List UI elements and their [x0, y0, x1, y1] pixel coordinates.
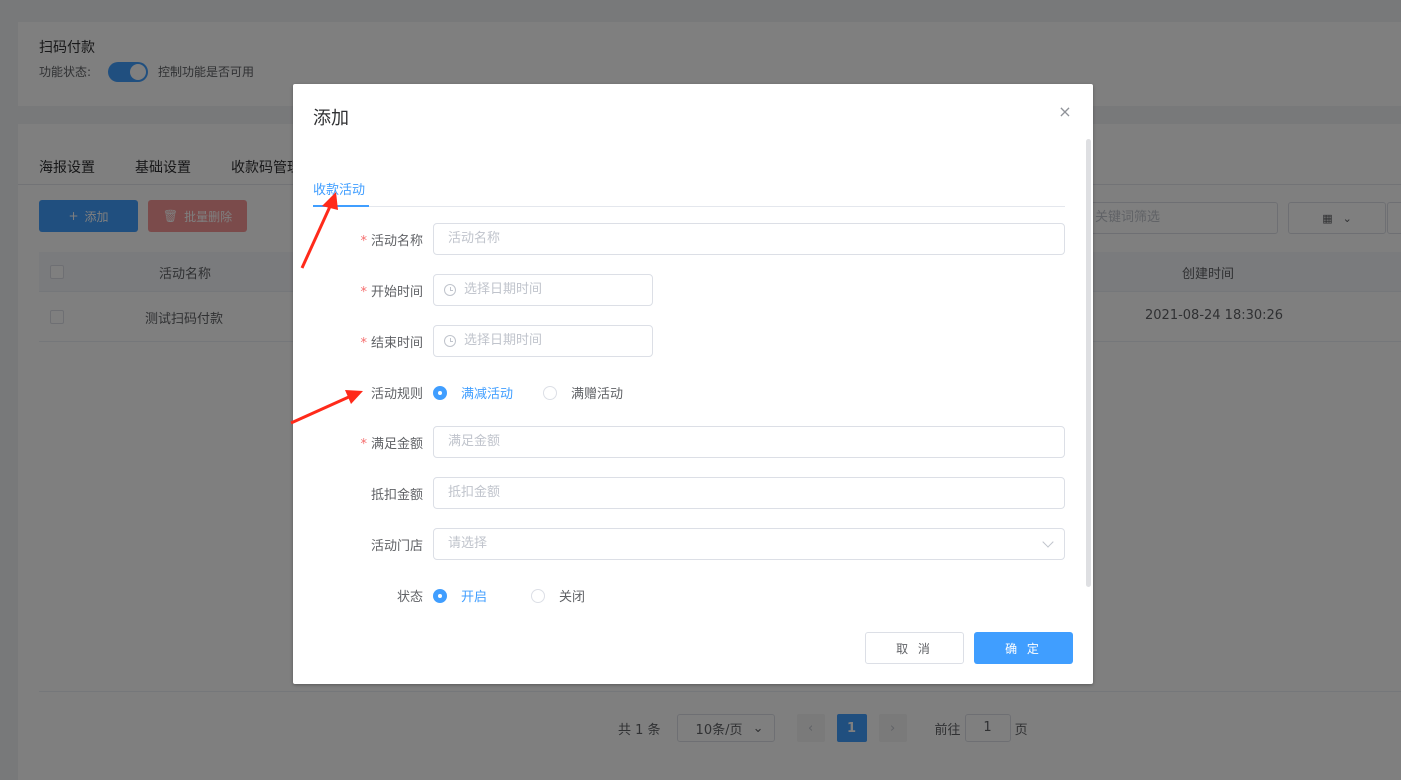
radio-enable-label: 开启 [461, 590, 488, 605]
activity-name-input[interactable]: 活动名称 [433, 223, 1065, 255]
start-time-picker[interactable]: 选择日期时间 [433, 274, 653, 306]
dialog-tab-divider [313, 206, 1065, 207]
state-label: 状态 [396, 590, 423, 605]
required-mark: * [360, 336, 367, 351]
store-select-placeholder: 请选择 [448, 536, 488, 551]
clock-icon [444, 335, 456, 347]
radio-full-reduction[interactable]: 满减活动 [433, 383, 513, 402]
radio-dot [531, 588, 546, 603]
add-dialog: 添加 × 收款活动 * 活动名称 活动名称 * 开始时间 选择日期时间 * 结束时间 … [293, 84, 1093, 684]
radio-dot [433, 385, 447, 400]
required-mark: * [360, 285, 367, 300]
dialog-title: 添加 [313, 108, 349, 129]
required-mark: * [360, 437, 367, 452]
annotation-arrow-right-icon [290, 390, 363, 425]
confirm-button[interactable]: 确 定 [974, 632, 1073, 664]
annotation-arrow-up-icon [300, 192, 338, 269]
radio-full-gift[interactable]: 满赠活动 [543, 383, 623, 402]
radio-disable-label: 关闭 [559, 590, 586, 605]
radio-dot [543, 385, 558, 400]
required-mark: * [360, 234, 367, 249]
start-time-placeholder: 选择日期时间 [464, 282, 543, 297]
cancel-button[interactable]: 取 消 [865, 632, 964, 664]
activity-rule-radio-group: 满减活动 满赠活动 [433, 383, 623, 402]
end-time-placeholder: 选择日期时间 [464, 333, 543, 348]
close-icon[interactable]: × [1057, 104, 1073, 120]
chevron-down-icon [1042, 536, 1054, 548]
threshold-amount-input[interactable]: 满足金额 [433, 426, 1065, 458]
start-time-label: * 开始时间 [360, 285, 423, 300]
clock-icon [444, 284, 456, 296]
end-time-picker[interactable]: 选择日期时间 [433, 325, 653, 357]
store-label: 活动门店 [370, 539, 423, 554]
state-radio-group: 开启 关闭 [433, 586, 585, 605]
radio-full-reduction-label: 满减活动 [461, 387, 514, 402]
radio-disable[interactable]: 关闭 [531, 586, 585, 605]
discount-amount-label: 抵扣金额 [370, 488, 423, 503]
dialog-scrollbar[interactable] [1086, 139, 1091, 587]
store-select[interactable]: 请选择 [433, 528, 1065, 560]
radio-enable[interactable]: 开启 [433, 586, 487, 605]
threshold-amount-label: * 满足金额 [360, 437, 423, 452]
radio-full-gift-label: 满赠活动 [571, 387, 624, 402]
end-time-label: * 结束时间 [360, 336, 423, 351]
radio-dot [433, 588, 447, 603]
discount-amount-input[interactable]: 抵扣金额 [433, 477, 1065, 509]
